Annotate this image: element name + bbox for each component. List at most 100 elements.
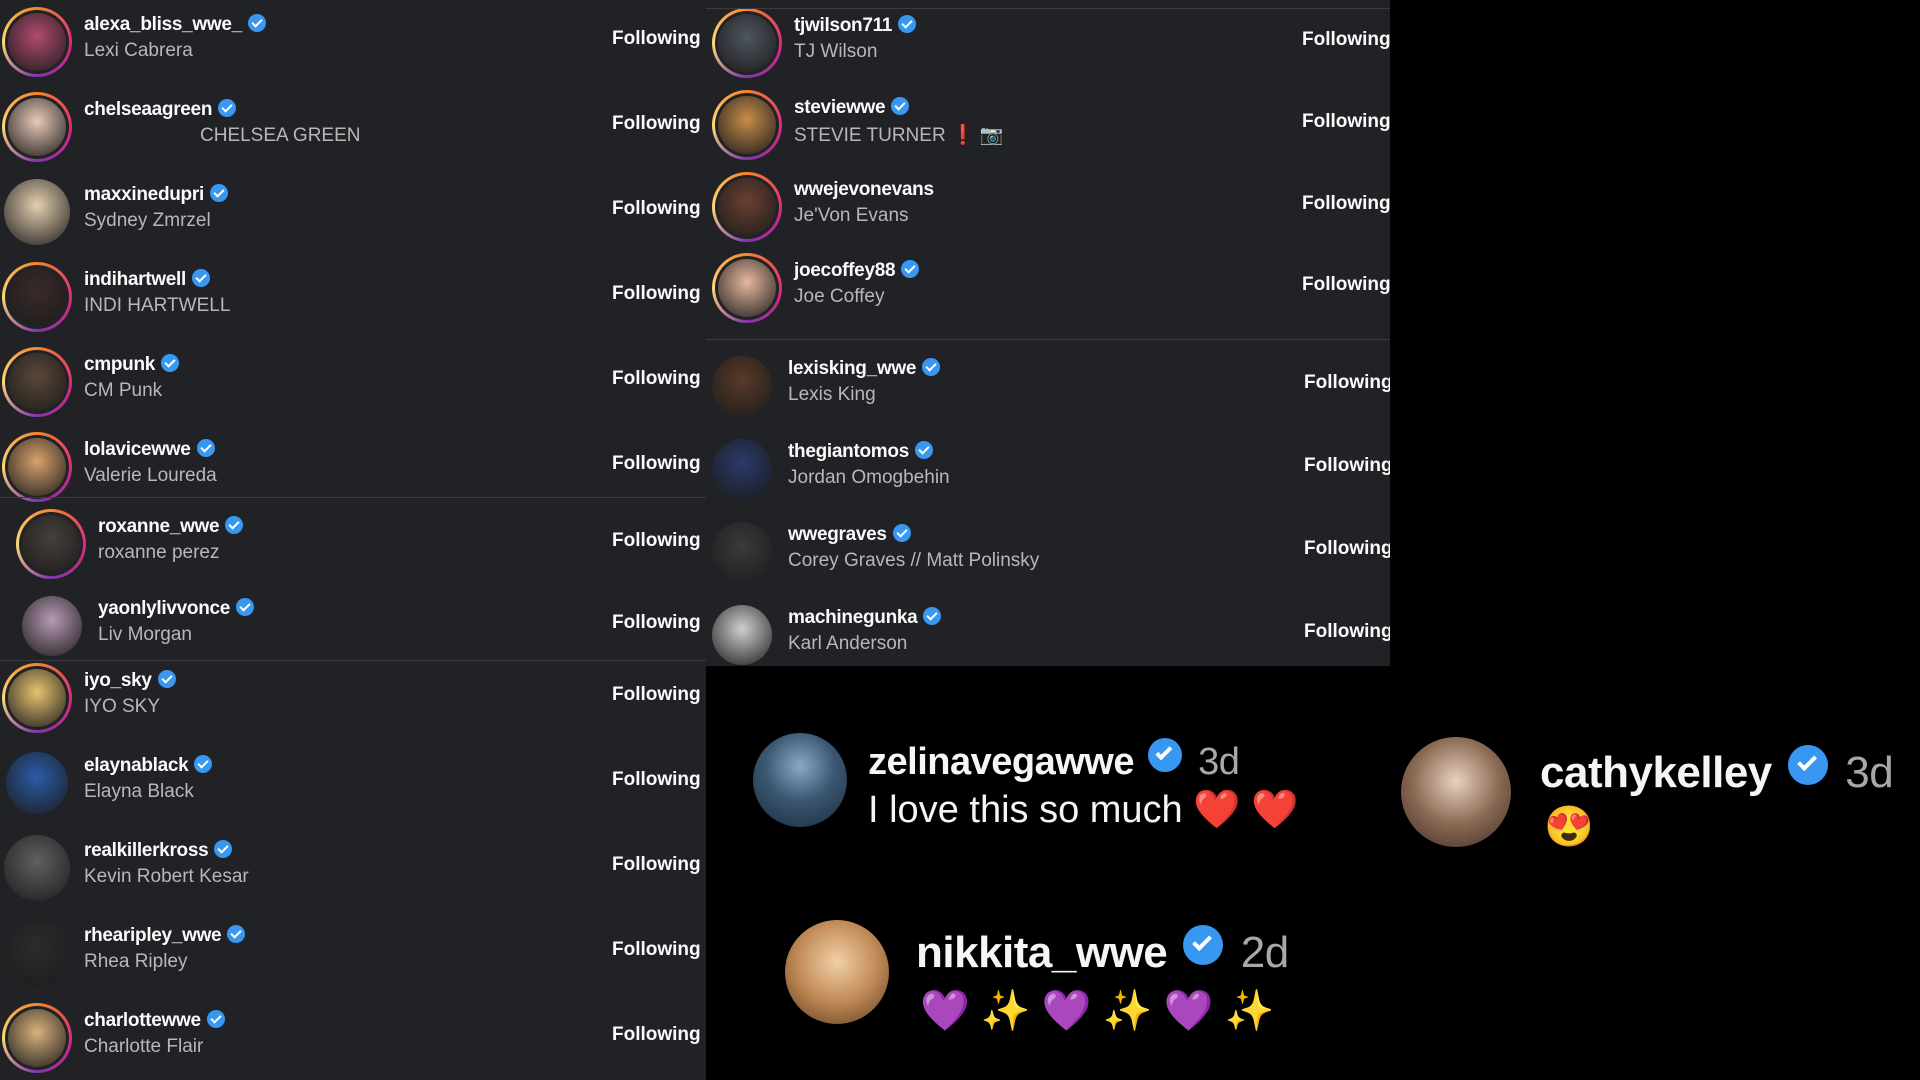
list-item[interactable]: realkillerkross Kevin Robert Kesar Followi… bbox=[0, 826, 706, 910]
username[interactable]: joecoffey88 bbox=[794, 260, 920, 282]
username[interactable]: yaonlylivvonce bbox=[98, 598, 255, 620]
avatar[interactable] bbox=[22, 596, 82, 656]
list-item[interactable]: joecoffey88 Joe Coffey Following bbox=[706, 246, 1390, 330]
list-item[interactable]: iyo_sky IYO SKY Following bbox=[0, 656, 706, 740]
following-button[interactable]: Following bbox=[612, 939, 701, 961]
following-button[interactable]: Following bbox=[1302, 29, 1390, 51]
username[interactable]: chelseaagreen bbox=[84, 99, 237, 121]
following-button[interactable]: Following bbox=[612, 198, 701, 220]
verified-icon bbox=[923, 607, 942, 625]
username[interactable]: realkillerkross bbox=[84, 840, 233, 862]
avatar[interactable] bbox=[2, 7, 72, 77]
avatar[interactable] bbox=[1401, 737, 1511, 847]
list-item[interactable]: charlottewwe Charlotte Flair Following bbox=[0, 996, 706, 1080]
avatar[interactable] bbox=[753, 733, 847, 827]
full-name: CHELSEA GREEN bbox=[200, 125, 361, 146]
avatar[interactable] bbox=[2, 92, 72, 162]
divider bbox=[706, 339, 1390, 340]
username[interactable]: tjwilson711 bbox=[794, 15, 917, 37]
username[interactable]: thegiantomos bbox=[788, 441, 933, 463]
username[interactable]: steviewwe bbox=[794, 97, 910, 119]
list-item[interactable]: wwegraves Corey Graves // Matt Polinsky Fo… bbox=[706, 510, 1390, 594]
following-button[interactable]: Following bbox=[612, 28, 701, 50]
list-item[interactable]: maxxinedupri Sydney Zmrzel Following bbox=[0, 170, 706, 254]
following-button[interactable]: Following bbox=[612, 612, 701, 634]
full-name: CM Punk bbox=[84, 380, 163, 401]
list-item[interactable]: wwejevonevans Je'Von Evans Following bbox=[706, 165, 1390, 249]
comment-zelinavegawwe: zelinavegawwe 3d I love this so much ❤️ … bbox=[750, 730, 1350, 840]
full-name: Corey Graves // Matt Polinsky bbox=[788, 550, 1040, 571]
following-button[interactable]: Following bbox=[1304, 538, 1390, 560]
comment-text: 😍 bbox=[1544, 805, 1594, 849]
avatar[interactable] bbox=[4, 835, 70, 901]
username[interactable]: maxxinedupri bbox=[84, 184, 228, 206]
avatar[interactable] bbox=[2, 347, 72, 417]
username[interactable]: machinegunka bbox=[788, 607, 942, 629]
avatar[interactable] bbox=[2, 262, 72, 332]
username[interactable]: lolavicewwe bbox=[84, 439, 215, 461]
list-item[interactable]: roxanne_wwe roxanne perez Following bbox=[0, 502, 706, 586]
list-item[interactable]: tjwilson711 TJ Wilson Following bbox=[706, 1, 1390, 85]
avatar[interactable] bbox=[712, 253, 782, 323]
avatar[interactable] bbox=[6, 752, 68, 814]
comment-username[interactable]: cathykelley 3d bbox=[1540, 745, 1894, 798]
username[interactable]: elaynablack bbox=[84, 755, 213, 777]
comment-text: I love this so much ❤️ ❤️ bbox=[868, 789, 1299, 831]
list-item[interactable]: chelseaagreen CHELSEA GREEN Following bbox=[0, 85, 706, 169]
username[interactable]: indihartwell bbox=[84, 269, 210, 291]
list-item[interactable]: lexisking_wwe Lexis King Following bbox=[706, 344, 1390, 428]
verified-icon bbox=[194, 755, 213, 773]
avatar[interactable] bbox=[712, 439, 772, 499]
following-button[interactable]: Following bbox=[612, 1024, 701, 1046]
following-button[interactable]: Following bbox=[612, 769, 701, 791]
following-button[interactable]: Following bbox=[612, 854, 701, 876]
list-item[interactable]: alexa_bliss_wwe_ Lexi Cabrera Following bbox=[0, 0, 706, 84]
avatar[interactable] bbox=[712, 522, 772, 582]
following-button[interactable]: Following bbox=[1302, 111, 1390, 133]
username[interactable]: charlottewwe bbox=[84, 1010, 225, 1032]
avatar[interactable] bbox=[712, 8, 782, 78]
username[interactable]: cmpunk bbox=[84, 354, 180, 376]
full-name: TJ Wilson bbox=[794, 41, 878, 62]
following-button[interactable]: Following bbox=[612, 453, 701, 475]
avatar[interactable] bbox=[712, 90, 782, 160]
avatar[interactable] bbox=[785, 920, 889, 1024]
following-button[interactable]: Following bbox=[1304, 372, 1390, 394]
following-button[interactable]: Following bbox=[612, 530, 701, 552]
comment-text: 💜 ✨ 💜 ✨ 💜 ✨ bbox=[920, 989, 1275, 1033]
following-button[interactable]: Following bbox=[612, 283, 701, 305]
following-button[interactable]: Following bbox=[612, 684, 701, 706]
username[interactable]: roxanne_wwe bbox=[98, 516, 244, 538]
avatar[interactable] bbox=[2, 663, 72, 733]
avatar[interactable] bbox=[2, 432, 72, 502]
following-button[interactable]: Following bbox=[612, 368, 701, 390]
avatar[interactable] bbox=[2, 1003, 72, 1073]
list-item[interactable]: cmpunk CM Punk Following bbox=[0, 340, 706, 424]
username[interactable]: lexisking_wwe bbox=[788, 358, 941, 380]
comment-username[interactable]: nikkita_wwe 2d bbox=[916, 925, 1289, 978]
list-item[interactable]: rhearipley_wwe Rhea Ripley Following bbox=[0, 911, 706, 995]
avatar[interactable] bbox=[4, 179, 70, 245]
avatar[interactable] bbox=[16, 509, 86, 579]
full-name: Elayna Black bbox=[84, 781, 194, 802]
following-button[interactable]: Following bbox=[612, 113, 701, 135]
list-item[interactable]: indihartwell INDI HARTWELL Following bbox=[0, 255, 706, 339]
avatar[interactable] bbox=[712, 605, 772, 665]
list-item[interactable]: elaynablack Elayna Black Following bbox=[0, 741, 706, 825]
list-item[interactable]: thegiantomos Jordan Omogbehin Following bbox=[706, 427, 1390, 511]
following-button[interactable]: Following bbox=[1304, 621, 1390, 643]
username[interactable]: alexa_bliss_wwe_ bbox=[84, 14, 266, 36]
username[interactable]: iyo_sky bbox=[84, 670, 176, 692]
avatar[interactable] bbox=[712, 172, 782, 242]
following-button[interactable]: Following bbox=[1304, 455, 1390, 477]
list-item[interactable]: steviewwe STEVIE TURNER ❗ 📷 Following bbox=[706, 83, 1390, 167]
comment-username[interactable]: zelinavegawwe 3d bbox=[868, 738, 1240, 784]
following-button[interactable]: Following bbox=[1302, 274, 1390, 296]
username[interactable]: wwegraves bbox=[788, 524, 911, 546]
avatar[interactable] bbox=[712, 356, 772, 416]
username[interactable]: wwejevonevans bbox=[794, 179, 934, 201]
username[interactable]: rhearipley_wwe bbox=[84, 925, 246, 947]
avatar[interactable] bbox=[4, 920, 70, 986]
following-button[interactable]: Following bbox=[1302, 193, 1390, 215]
list-item[interactable]: machinegunka Karl Anderson Following bbox=[706, 593, 1390, 666]
